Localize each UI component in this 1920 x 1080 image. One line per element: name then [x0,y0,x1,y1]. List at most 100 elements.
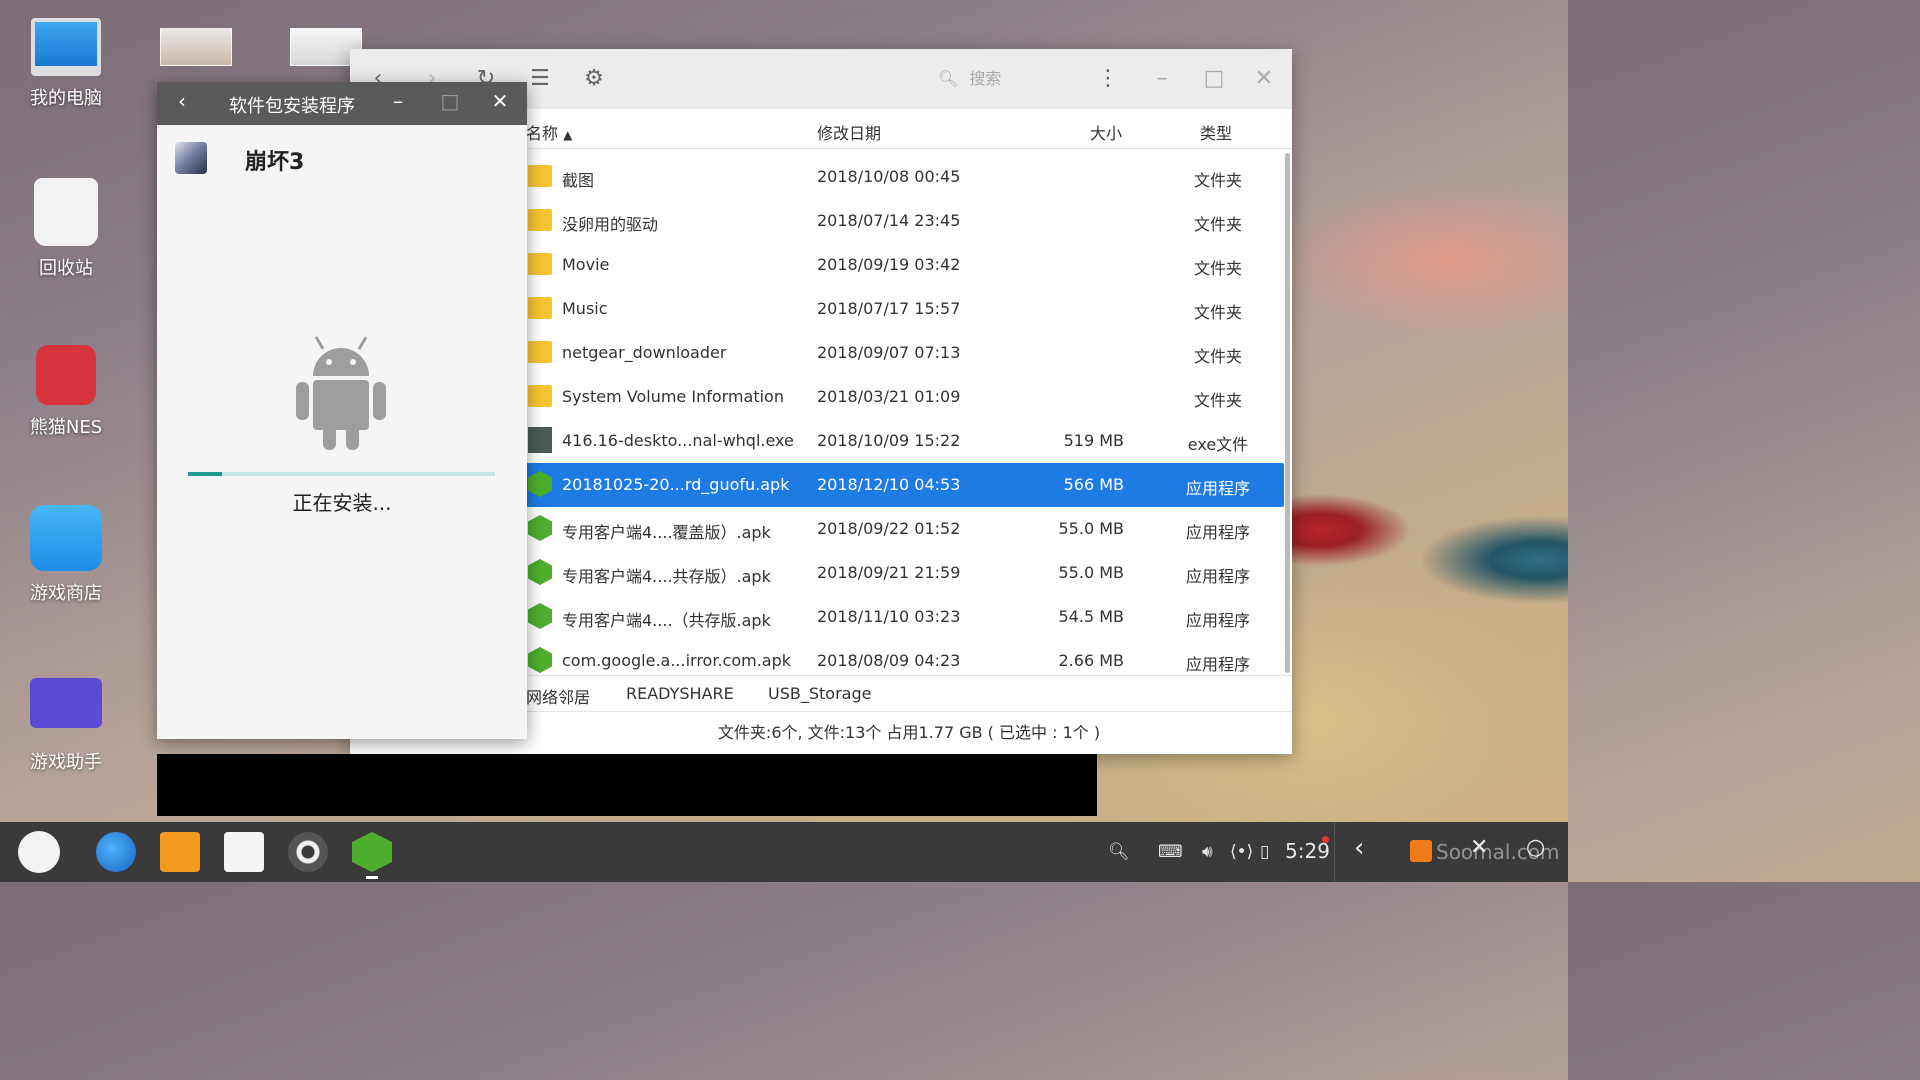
file-type: 文件夹 [1193,303,1242,322]
breadcrumb-item[interactable]: USB_Storage [768,684,871,703]
desktop-icon-game-assistant[interactable]: 游戏助手 [16,678,116,774]
notes-icon[interactable] [224,832,264,872]
search-input[interactable]: 🔍︎ 搜索 [926,63,1082,95]
folder-icon [528,297,552,319]
file-date: 2018/08/09 04:23 [817,651,961,670]
column-type[interactable]: 类型 [1200,120,1232,144]
file-type: 文件夹 [1193,171,1242,190]
android-installer-icon[interactable] [352,832,392,872]
folder-icon [528,385,552,407]
watermark-logo [1410,840,1432,862]
panda-nes-icon [36,345,96,405]
desktop-icon-trash[interactable]: 回收站 [16,178,116,280]
window-thumbnail[interactable] [160,28,232,66]
file-size: 2.66 MB [1058,651,1125,670]
breadcrumb-item[interactable]: READYSHARE [626,684,734,703]
desktop-icon-label: 游戏商店 [30,583,102,604]
file-row[interactable]: Movie 2018/09/19 03:42 文件夹 [526,243,1284,287]
file-type: 文件夹 [1193,259,1242,278]
file-row[interactable]: Music 2018/07/17 15:57 文件夹 [526,287,1284,331]
game-store-icon [30,505,102,571]
file-size: 566 MB [1063,475,1124,494]
desktop-icon-label: 我的电脑 [30,88,102,109]
breadcrumb-item[interactable]: 网络邻居 [526,684,590,708]
file-date: 2018/12/10 04:53 [817,475,961,494]
file-type: 应用程序 [1185,655,1250,674]
network-icon[interactable]: ⟨•⟩ [1230,840,1253,864]
file-type: 文件夹 [1193,347,1242,366]
file-manager-icon[interactable] [160,832,200,872]
black-panel [157,754,1097,816]
divider [1334,822,1335,882]
file-size: 519 MB [1063,431,1124,450]
folder-icon [528,253,552,275]
settings-icon[interactable] [288,832,328,872]
back-icon[interactable]: ‹ [169,89,195,113]
battery-icon[interactable]: ▯ [1260,840,1269,864]
file-name: 416.16-deskto...nal-whql.exe [562,431,794,450]
desktop-icon-label: 回收站 [39,258,93,279]
search-icon: 🔍︎ [938,69,959,88]
file-row[interactable]: 没卵用的驱动 2018/07/14 23:45 文件夹 [526,199,1284,243]
app-icon [175,142,207,174]
column-name[interactable]: 名称 ▲ [526,120,572,144]
file-type: 应用程序 [1185,479,1250,498]
trash-icon [34,178,98,246]
list-view-icon[interactable]: ☰ [528,67,552,91]
file-type: 应用程序 [1185,611,1250,630]
file-date: 2018/10/08 00:45 [817,167,961,186]
file-row[interactable]: 截图 2018/10/08 00:45 文件夹 [526,155,1284,199]
start-icon[interactable] [18,831,60,873]
active-indicator [366,876,378,879]
file-size: 55.0 MB [1058,563,1125,582]
gear-icon[interactable]: ⚙ [582,67,606,91]
game-assistant-icon [30,678,102,728]
notification-dot [1322,836,1329,843]
file-row[interactable]: 专用客户端4....（共存版.apk 2018/11/10 03:23 54.5 M… [526,595,1284,639]
window-title: 软件包安装程序 [229,96,355,117]
apk-file-icon [528,515,552,541]
file-size: 54.5 MB [1058,607,1125,626]
package-installer-window: ‹ 软件包安装程序 – □ ✕ 崩坏3 正在安装... [157,82,527,739]
column-date[interactable]: 修改日期 [817,120,881,144]
keyboard-icon[interactable]: ⌨ [1158,840,1183,864]
file-row[interactable]: 416.16-deskto...nal-whql.exe 2018/10/09 1… [526,419,1284,463]
file-name: 专用客户端4....覆盖版）.apk [562,523,771,542]
minimize-icon[interactable]: – [385,89,411,113]
file-row[interactable]: 20181025-20...rd_guofu.apk 2018/12/10 04:… [526,463,1284,507]
file-row[interactable]: 专用客户端4....覆盖版）.apk 2018/09/22 01:52 55.0 M… [526,507,1284,551]
maximize-icon[interactable]: □ [1202,67,1226,91]
file-name: Music [562,299,608,318]
file-name: 截图 [562,171,595,190]
close-icon[interactable]: ✕ [487,89,513,113]
file-row[interactable]: netgear_downloader 2018/09/07 07:13 文件夹 [526,331,1284,375]
column-size[interactable]: 大小 [1090,120,1122,144]
search-icon[interactable]: 🔍︎ [1108,840,1130,864]
file-name: System Volume Information [562,387,784,406]
desktop-icon-computer[interactable]: 我的电脑 [16,18,116,110]
sort-ascending-icon: ▲ [563,128,573,142]
more-menu-icon[interactable]: ⋮ [1096,67,1120,91]
file-date: 2018/10/09 15:22 [817,431,961,450]
desktop-icon-game-store[interactable]: 游戏商店 [16,505,116,605]
file-row[interactable]: System Volume Information 2018/03/21 01:0… [526,375,1284,419]
file-date: 2018/07/17 15:57 [817,299,961,318]
install-progress-bar [188,472,495,476]
status-bar: 文件夹:6个, 文件:13个 占用1.77 GB ( 已选中 : 1个 ) [526,711,1292,754]
maximize-icon[interactable]: □ [437,89,463,113]
desktop-icon-panda-nes[interactable]: 熊猫NES [16,345,116,439]
file-date: 2018/09/19 03:42 [817,255,961,274]
minimize-icon[interactable]: – [1150,67,1174,91]
file-date: 2018/09/07 07:13 [817,343,961,362]
close-icon[interactable]: ✕ [1252,67,1276,91]
exe-file-icon [528,427,552,453]
scrollbar[interactable] [1285,153,1290,673]
back-nav-icon[interactable]: ‹ [1354,835,1364,861]
file-name: 20181025-20...rd_guofu.apk [562,475,790,494]
file-type: 应用程序 [1185,523,1250,542]
browser-icon[interactable] [96,832,136,872]
volume-icon[interactable]: 🔊︎ [1202,840,1213,864]
folder-icon [528,341,552,363]
file-row[interactable]: 专用客户端4....共存版）.apk 2018/09/21 21:59 55.0 M… [526,551,1284,595]
file-name: netgear_downloader [562,343,727,362]
